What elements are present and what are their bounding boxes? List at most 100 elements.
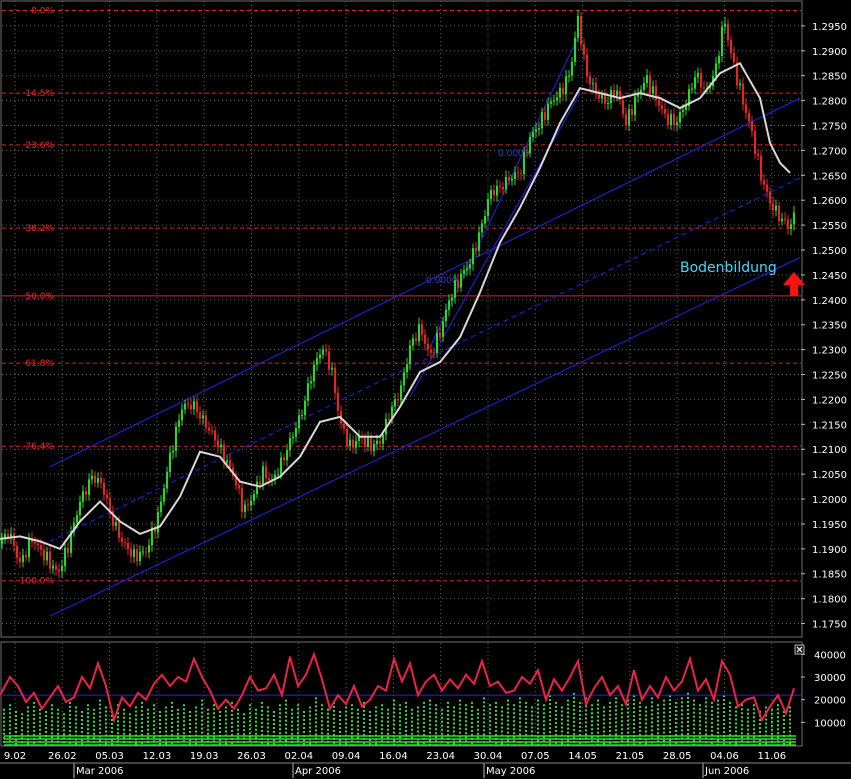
candle-body <box>307 383 309 401</box>
candle-body <box>88 479 90 495</box>
candle-body <box>469 264 471 269</box>
indicator-tick-label: 20000 <box>814 696 846 707</box>
fibonacci-label: 76.4% <box>25 442 54 452</box>
candle-body <box>436 332 438 354</box>
candle-body <box>604 95 606 104</box>
candle-body <box>430 349 432 353</box>
candle-body <box>781 218 783 222</box>
candle-body <box>250 500 252 506</box>
candle-body <box>175 426 177 451</box>
candle-body <box>778 205 780 222</box>
candle-body <box>265 466 267 479</box>
candle-body <box>724 23 726 27</box>
price-tick-label: 1.2050 <box>812 470 847 481</box>
candle-body <box>118 522 120 538</box>
candle-body <box>508 177 510 181</box>
candle-body <box>403 372 405 386</box>
candle-body <box>208 427 210 431</box>
candle-body <box>19 557 21 563</box>
candle-body <box>658 99 660 106</box>
candle-body <box>742 83 744 105</box>
candle-body <box>97 477 99 483</box>
candle-body <box>445 309 447 322</box>
candle-body <box>754 130 756 154</box>
fibonacci-label: 38.2% <box>25 224 54 234</box>
candle-body <box>475 248 477 251</box>
candle-body <box>424 334 426 344</box>
price-tick-label: 1.2150 <box>812 420 847 431</box>
candle-body <box>16 545 18 558</box>
candle-body <box>79 501 81 516</box>
candle-body <box>64 547 66 567</box>
forex-chart: 0.0% 14.5% 23.6% 38.2% 50.0% 61.8% 76.4% 100.0%… <box>0 0 851 779</box>
month-label: Mar 2006 <box>76 766 124 777</box>
candle-body <box>169 452 171 472</box>
candle-body <box>133 549 135 557</box>
candle-body <box>325 349 327 352</box>
candle-body <box>142 551 144 553</box>
candle-body <box>538 128 540 130</box>
candle-body <box>454 280 456 298</box>
candle-body <box>394 398 396 407</box>
candle-body <box>559 87 561 98</box>
candle-body <box>205 415 207 428</box>
candle-body <box>418 323 420 342</box>
candle-body <box>601 95 603 99</box>
candle-body <box>217 440 219 448</box>
candle-body <box>145 551 147 553</box>
candle-body <box>163 488 165 502</box>
candle-body <box>631 109 633 116</box>
trendline-label: 0.0000 <box>498 149 530 159</box>
candle-body <box>193 401 195 410</box>
indicator-tick-label: 30000 <box>814 673 846 684</box>
candle-body <box>46 551 48 561</box>
candle-body <box>556 97 558 101</box>
candle-body <box>721 26 723 56</box>
candle-body <box>571 61 573 76</box>
candle-body <box>763 180 765 185</box>
candle-body <box>589 76 591 85</box>
candle-body <box>466 268 468 271</box>
candle-body <box>433 352 435 354</box>
candle-body <box>367 437 369 447</box>
candle-body <box>334 367 336 393</box>
price-tick-label: 1.2100 <box>812 445 847 456</box>
candle-body <box>751 121 753 131</box>
candle-body <box>553 100 555 102</box>
date-tick-label: 9.02 <box>4 751 26 762</box>
candle-body <box>202 415 204 419</box>
candle-body <box>565 76 567 95</box>
candle-body <box>667 113 669 126</box>
candle-body <box>127 542 129 549</box>
date-tick-label: 05.03 <box>95 751 124 762</box>
candle-body <box>679 112 681 123</box>
date-tick-label: 11.06 <box>757 751 786 762</box>
fibonacci-label: 50.0% <box>25 292 54 302</box>
candle-body <box>544 112 546 120</box>
candle-body <box>292 436 294 439</box>
candle-body <box>262 466 264 485</box>
candle-body <box>409 345 411 365</box>
price-tick-label: 1.2400 <box>812 296 847 307</box>
candle-body <box>487 199 489 217</box>
price-tick-label: 1.2750 <box>812 122 847 133</box>
candle-body <box>730 40 732 54</box>
fibonacci-label: 14.5% <box>25 89 54 99</box>
date-tick-label: 19.03 <box>190 751 219 762</box>
candle-body <box>115 522 117 526</box>
candle-body <box>259 481 261 485</box>
candle-body <box>646 75 648 83</box>
candle-body <box>253 493 255 501</box>
candle-body <box>190 404 192 410</box>
candle-body <box>784 218 786 220</box>
close-panel-button[interactable] <box>794 644 805 655</box>
candle-body <box>103 482 105 495</box>
candle-body <box>256 481 258 494</box>
candle-body <box>535 129 537 132</box>
candle-body <box>1 539 3 544</box>
date-tick-label: 21.05 <box>616 751 645 762</box>
candle-body <box>694 77 696 89</box>
date-tick-label: 30.04 <box>474 751 503 762</box>
candle-body <box>649 75 651 94</box>
candle-body <box>130 548 132 557</box>
